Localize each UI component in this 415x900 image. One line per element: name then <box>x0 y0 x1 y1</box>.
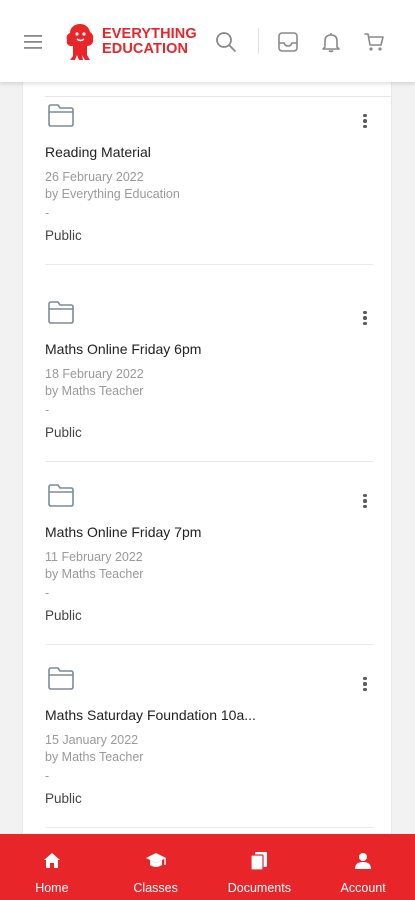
nav-item-home[interactable]: Home <box>0 834 104 900</box>
hamburger-menu-icon <box>24 35 42 49</box>
document-card[interactable]: Maths Saturday Foundation 10a... 15 Janu… <box>45 645 373 828</box>
brand-name-line2: EDUCATION <box>102 41 189 57</box>
cart-button[interactable] <box>361 29 387 55</box>
more-options-button[interactable] <box>353 490 377 512</box>
more-options-button[interactable] <box>353 673 377 695</box>
inbox-icon <box>278 32 298 52</box>
document-card[interactable]: Reading Material 26 February 2022 by Eve… <box>45 82 373 265</box>
document-author: by Maths Teacher <box>45 750 144 764</box>
cart-icon <box>364 33 384 51</box>
document-visibility: Public <box>45 228 82 243</box>
document-date: 15 January 2022 <box>45 733 139 747</box>
graduation-cap-icon <box>145 853 166 867</box>
bottom-navigation: Home Classes Documents Account <box>0 834 415 900</box>
document-card[interactable]: Maths Online Friday 7pm 11 February 2022… <box>45 462 373 645</box>
folder-icon <box>48 104 74 127</box>
documents-list: Reading Material 26 February 2022 by Eve… <box>22 82 392 834</box>
documents-icon <box>250 852 268 871</box>
document-card[interactable]: Maths Online Friday 6pm 18 February 2022… <box>45 279 373 462</box>
document-date: 26 February 2022 <box>45 170 144 184</box>
document-meta-separator: - <box>45 769 50 783</box>
nav-item-documents[interactable]: Documents <box>208 834 312 900</box>
more-options-button[interactable] <box>353 110 377 132</box>
search-button[interactable] <box>213 29 239 55</box>
more-options-button[interactable] <box>353 307 377 329</box>
account-icon <box>355 853 372 869</box>
document-title[interactable]: Maths Online Friday 7pm <box>45 524 201 540</box>
nav-label-classes: Classes <box>133 881 178 895</box>
document-meta-separator: - <box>45 403 50 417</box>
document-author: by Maths Teacher <box>45 567 144 581</box>
document-meta-separator: - <box>45 206 50 220</box>
nav-label-documents: Documents <box>227 881 291 895</box>
document-visibility: Public <box>45 791 82 806</box>
folder-icon <box>48 484 74 507</box>
nav-label-home: Home <box>35 881 69 895</box>
document-visibility: Public <box>45 608 82 623</box>
notifications-button[interactable] <box>318 29 344 55</box>
inbox-button[interactable] <box>275 29 301 55</box>
search-icon <box>216 32 236 52</box>
header-divider <box>258 28 259 54</box>
document-author: by Maths Teacher <box>45 384 144 398</box>
document-author: by Everything Education <box>45 187 180 201</box>
folder-icon <box>48 667 74 690</box>
document-date: 11 February 2022 <box>45 550 143 564</box>
home-icon <box>43 853 60 868</box>
bell-icon <box>322 33 340 53</box>
lion-mascot-icon <box>66 24 94 60</box>
brand-name-line1: EVERYTHING <box>102 26 197 42</box>
menu-button[interactable] <box>22 30 46 54</box>
folder-icon <box>48 301 74 324</box>
document-visibility: Public <box>45 425 82 440</box>
document-title[interactable]: Maths Online Friday 6pm <box>45 341 201 357</box>
document-date: 18 February 2022 <box>45 367 144 381</box>
app-header: EVERYTHING EDUCATION <box>0 0 415 82</box>
nav-item-account[interactable]: Account <box>311 834 415 900</box>
document-title[interactable]: Reading Material <box>45 144 151 160</box>
brand-logo[interactable]: EVERYTHING EDUCATION <box>64 22 197 62</box>
document-meta-separator: - <box>45 586 50 600</box>
nav-label-account: Account <box>340 881 386 895</box>
nav-item-classes[interactable]: Classes <box>104 834 208 900</box>
document-title[interactable]: Maths Saturday Foundation 10a... <box>45 707 256 723</box>
